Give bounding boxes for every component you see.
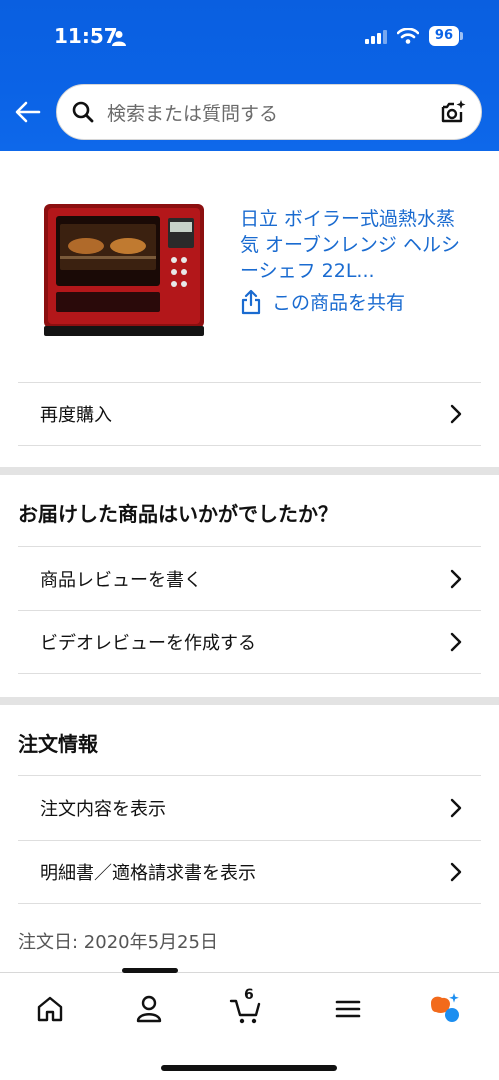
- search-input[interactable]: 検索または質問する: [56, 84, 482, 140]
- back-arrow-icon[interactable]: [14, 98, 42, 126]
- share-icon: [241, 289, 261, 314]
- cart-button[interactable]: 6: [228, 987, 264, 1027]
- account-icon[interactable]: [131, 991, 167, 1027]
- header: 11:57 96 検索または質問する: [0, 0, 499, 151]
- signal-icon: [364, 28, 387, 44]
- person-status-icon: [112, 31, 126, 46]
- rufus-assistant-icon[interactable]: [426, 991, 462, 1027]
- buy-again-label: 再度購入: [40, 405, 112, 426]
- review-section-title: お届けした商品はいかがでしたか？: [18, 502, 338, 526]
- home-icon[interactable]: [32, 991, 68, 1027]
- active-tab-indicator: [122, 968, 178, 973]
- write-review-row[interactable]: 商品レビューを書く: [18, 546, 481, 610]
- chevron-right-icon: [450, 404, 462, 424]
- camera-search-icon[interactable]: [439, 98, 467, 126]
- view-invoice-row[interactable]: 明細書／適格請求書を表示: [18, 840, 481, 904]
- order-date: 注文日: 2020年5月25日: [18, 932, 218, 953]
- view-invoice-label: 明細書／適格請求書を表示: [40, 863, 256, 884]
- write-review-label: 商品レビューを書く: [40, 569, 202, 591]
- product-title[interactable]: 日立 ボイラー式過熱水蒸気 オーブンレンジ ヘルシーシェフ 22L...: [240, 206, 470, 284]
- section-divider: [0, 697, 499, 705]
- product-image[interactable]: [42, 200, 208, 340]
- search-placeholder: 検索または質問する: [107, 102, 279, 125]
- chevron-right-icon: [450, 569, 462, 588]
- chevron-right-icon: [450, 862, 462, 882]
- chevron-right-icon: [450, 798, 462, 817]
- section-divider: [0, 467, 499, 475]
- buy-again-row[interactable]: 再度購入: [18, 382, 481, 446]
- order-section-title: 注文情報: [18, 732, 98, 756]
- video-review-row[interactable]: ビデオレビューを作成する: [18, 610, 481, 674]
- search-icon: [72, 101, 94, 123]
- wifi-icon: [396, 28, 419, 44]
- battery-indicator: 96: [428, 26, 464, 46]
- menu-icon[interactable]: [330, 991, 366, 1027]
- status-indicators: 96: [364, 26, 464, 46]
- view-order-label: 注文内容を表示: [40, 798, 166, 820]
- share-product-link[interactable]: この商品を共有: [240, 288, 405, 315]
- video-review-label: ビデオレビューを作成する: [40, 633, 256, 654]
- cart-count-badge: 6: [244, 987, 254, 1003]
- bottom-nav: 6: [0, 968, 499, 1080]
- view-order-row[interactable]: 注文内容を表示: [18, 775, 481, 839]
- share-label: この商品を共有: [272, 292, 406, 314]
- chevron-right-icon: [450, 632, 462, 652]
- status-time: 11:57: [54, 24, 118, 48]
- home-indicator: [161, 1065, 337, 1071]
